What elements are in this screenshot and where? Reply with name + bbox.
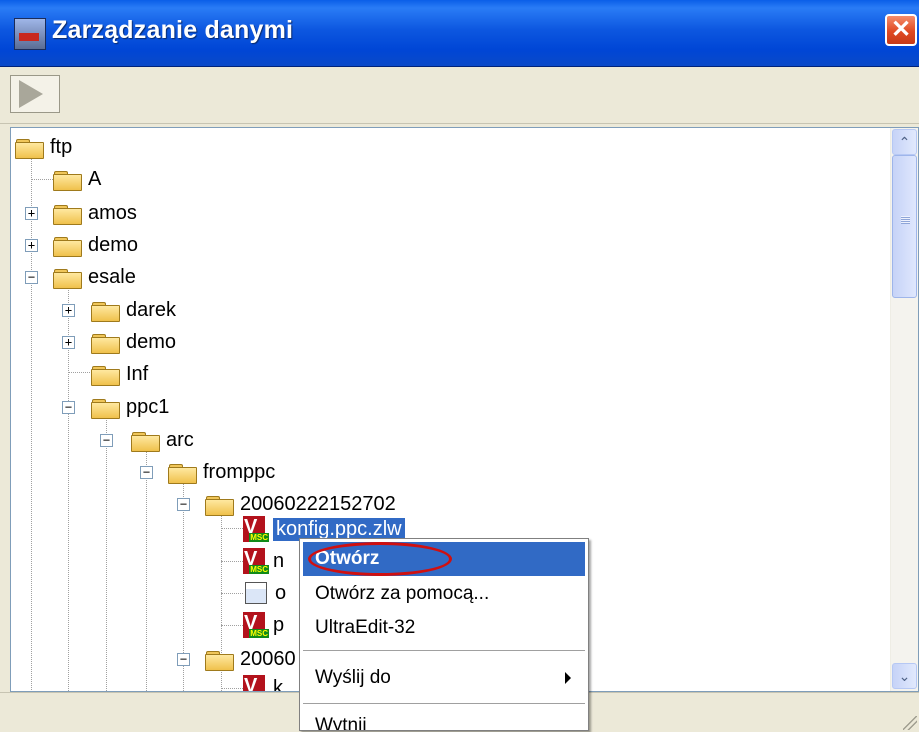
context-menu: Otwórz Otwórz za pomocą... UltraEdit-32 … [299, 538, 589, 731]
tree-node-label: 20060 [240, 647, 296, 670]
tree-node-esale[interactable]: esale [53, 263, 136, 291]
expand-toggle[interactable]: + [62, 304, 75, 317]
grip-icon [901, 216, 910, 224]
folder-icon [205, 493, 235, 516]
menu-item-wyslij-do[interactable]: Wyślij do [303, 661, 585, 695]
tree-node-label: n [273, 549, 285, 572]
tree-node-label: ppc1 [126, 395, 170, 418]
tree-connector [221, 688, 243, 689]
folder-icon [53, 234, 83, 257]
tree-node-20060[interactable]: 20060 [205, 645, 296, 673]
tree-node-label: k [273, 676, 283, 692]
tree-node-demo-esale[interactable]: demo [91, 328, 176, 356]
tree-connector [221, 593, 243, 594]
tree-node-label: demo [126, 330, 177, 353]
folder-icon [15, 136, 45, 159]
menu-item-wytnij[interactable]: Wytnij [303, 709, 585, 731]
tree-node-label: darek [126, 298, 177, 321]
window-title: Zarządzanie danymi [52, 16, 294, 44]
document-icon [245, 582, 267, 604]
folder-icon [91, 363, 121, 386]
folder-icon [91, 396, 121, 419]
tree-node-file-p[interactable]: V p [243, 611, 284, 639]
collapse-toggle[interactable]: − [140, 466, 153, 479]
scroll-up-button[interactable]: ⌃ [892, 129, 917, 155]
menu-item-ultraedit[interactable]: UltraEdit-32 [303, 611, 585, 645]
tree-connector [31, 274, 32, 691]
collapse-toggle[interactable]: − [25, 271, 38, 284]
tree-connector [221, 561, 243, 562]
tree-connector [221, 528, 243, 529]
toolbar [0, 67, 919, 124]
highlight-annotation [308, 542, 452, 576]
msc-file-icon: V [243, 675, 265, 691]
collapse-toggle[interactable]: − [62, 401, 75, 414]
tree-connector [31, 179, 53, 180]
scrollbar-thumb[interactable] [892, 155, 917, 298]
menu-item-label: Wyślij do [315, 667, 391, 688]
msc-file-icon: V [243, 612, 269, 638]
submenu-arrow-icon [565, 672, 571, 684]
tree-node-inf[interactable]: Inf [91, 360, 148, 388]
folder-icon [168, 461, 198, 484]
folder-icon [53, 266, 83, 289]
app-icon [14, 18, 46, 50]
tree-node-label: p [273, 613, 285, 636]
tree-connector [221, 625, 243, 626]
collapse-toggle[interactable]: − [100, 434, 113, 447]
tree-node-label: demo [88, 233, 139, 256]
expand-toggle[interactable]: + [25, 207, 38, 220]
tree-node-amos[interactable]: amos [53, 199, 137, 227]
tree-connector [68, 372, 90, 373]
tree-node-label: amos [88, 201, 137, 224]
tree-node-label: A [88, 167, 102, 190]
tree-node-label: 20060222152702 [240, 492, 396, 515]
folder-icon [91, 299, 121, 322]
tree-node-file-n[interactable]: V n [243, 547, 284, 575]
collapse-toggle[interactable]: − [177, 653, 190, 666]
run-button[interactable] [10, 75, 60, 113]
folder-icon [53, 202, 83, 225]
tree-node-label: esale [88, 265, 136, 288]
msc-file-icon: V [243, 548, 269, 574]
tree-node-20060222152702[interactable]: 20060222152702 [205, 490, 396, 518]
expand-toggle[interactable]: + [62, 336, 75, 349]
folder-icon [53, 168, 83, 191]
tree-node-label: o [275, 581, 287, 604]
tree-node-label: fromppc [203, 460, 276, 483]
tree-node-file-k[interactable]: V k [243, 674, 283, 692]
tree-node-darek[interactable]: darek [91, 296, 176, 324]
scroll-down-button[interactable]: ⌄ [892, 663, 917, 689]
resize-grip-icon[interactable] [903, 716, 917, 730]
menu-separator [303, 703, 585, 704]
tree-node-file-o[interactable]: o [245, 579, 286, 607]
tree-connector [106, 418, 107, 691]
folder-icon [205, 648, 235, 671]
collapse-toggle[interactable]: − [177, 498, 190, 511]
tree-node-label: arc [166, 428, 194, 451]
tree-node-label: Inf [126, 362, 149, 385]
tree-node-ftp[interactable]: ftp [15, 133, 72, 161]
tree-node-fromppc[interactable]: fromppc [168, 458, 275, 486]
tree-connector [146, 451, 147, 691]
folder-icon [131, 429, 161, 452]
menu-item-otworz-za-pomoca[interactable]: Otwórz za pomocą... [303, 577, 585, 611]
menu-item-label: Otwórz za pomocą... [315, 583, 490, 604]
expand-toggle[interactable]: + [25, 239, 38, 252]
menu-item-label: Wytnij [315, 715, 367, 731]
folder-icon [91, 331, 121, 354]
play-arrow-icon [19, 80, 43, 108]
msc-file-icon: V [243, 516, 269, 542]
menu-separator [303, 650, 585, 651]
close-button[interactable]: ✕ [885, 14, 917, 46]
title-bar: Zarządzanie danymi ✕ [0, 0, 919, 67]
tree-node-a[interactable]: A [53, 165, 101, 193]
tree-node-demo[interactable]: demo [53, 231, 138, 259]
menu-item-label: UltraEdit-32 [315, 617, 416, 638]
tree-node-arc[interactable]: arc [131, 426, 194, 454]
vertical-scrollbar[interactable]: ⌃ ⌄ [890, 128, 918, 691]
tree-node-ppc1[interactable]: ppc1 [91, 393, 169, 421]
tree-node-label: ftp [50, 135, 73, 158]
